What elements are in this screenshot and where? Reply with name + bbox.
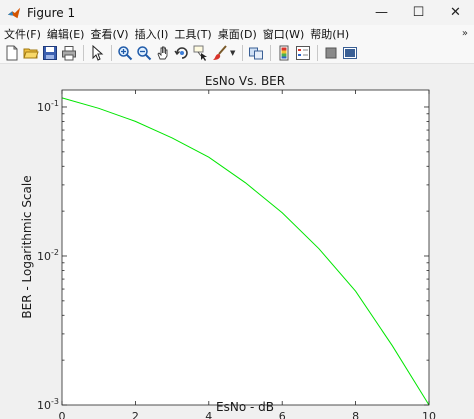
link-plot-icon — [249, 47, 264, 59]
zoom-in-icon — [118, 45, 133, 60]
toolbar-separator — [270, 44, 272, 61]
new-file-icon — [6, 45, 18, 60]
open-file-button[interactable] — [22, 44, 40, 62]
axes-background — [62, 90, 429, 405]
print-button[interactable] — [60, 44, 78, 62]
figure-toolbar: ▼ — [0, 42, 474, 64]
y-axis-label: BER - Logarithmic Scale — [20, 175, 34, 318]
toolbar-separator — [111, 44, 112, 61]
x-tick-label: 4 — [205, 410, 212, 419]
menu-desktop[interactable]: 桌面(D) — [215, 26, 260, 42]
insert-legend-button[interactable] — [294, 44, 312, 62]
link-plot-button[interactable] — [247, 44, 265, 62]
save-disk-icon — [43, 45, 57, 60]
x-tick-label: 6 — [279, 410, 286, 419]
window-title: Figure 1 — [27, 5, 76, 20]
menu-insert[interactable]: 插入(I) — [132, 26, 172, 42]
save-button[interactable] — [41, 44, 59, 62]
select-pointer-button[interactable] — [88, 44, 106, 62]
y-tick-label: 10-2 — [37, 248, 59, 263]
x-axis-label: EsNo - dB — [216, 400, 274, 414]
data-cursor-button[interactable] — [192, 44, 210, 62]
menu-overflow-icon[interactable]: » — [462, 28, 468, 39]
menu-file[interactable]: 文件(F) — [0, 26, 44, 42]
menu-view[interactable]: 查看(V) — [87, 26, 131, 42]
pan-hand-icon — [157, 46, 168, 59]
toolbar-separator — [317, 44, 319, 61]
menu-edit[interactable]: 编辑(E) — [44, 26, 88, 42]
minimize-icon: — — [375, 5, 388, 20]
y-tick-label: 10-3 — [37, 397, 59, 412]
close-icon: ✕ — [450, 5, 461, 20]
x-tick-label: 2 — [132, 410, 139, 419]
menu-window[interactable]: 窗口(W) — [260, 26, 307, 42]
ber-plot[interactable]: EsNo Vs. BER 0 2 4 6 8 10 10-1 10-2 10-3 EsNo -… — [0, 65, 474, 419]
data-cursor-icon — [193, 45, 207, 61]
show-plot-tools-button[interactable] — [341, 44, 359, 62]
brush-button[interactable] — [211, 44, 229, 62]
minimize-button[interactable]: — — [363, 0, 400, 25]
title-bar: Figure 1 — ☐ ✕ — [0, 0, 474, 25]
x-tick-label: 0 — [59, 410, 66, 419]
close-button[interactable]: ✕ — [437, 0, 474, 25]
chart-title: EsNo Vs. BER — [205, 74, 285, 88]
menu-tools[interactable]: 工具(T) — [171, 26, 214, 42]
maximize-icon: ☐ — [412, 5, 425, 20]
y-tick-labels: 10-1 10-2 10-3 — [37, 99, 59, 412]
zoom-out-icon — [137, 45, 152, 60]
toolbar-separator — [242, 44, 244, 61]
y-tick-label: 10-1 — [37, 99, 59, 114]
toolbar-separator — [83, 44, 84, 61]
zoom-out-button[interactable] — [135, 44, 153, 62]
colorbar-icon — [279, 45, 289, 60]
brush-icon — [213, 44, 227, 60]
legend-icon — [296, 45, 311, 60]
new-figure-button[interactable] — [3, 44, 21, 62]
arrow-pointer-icon — [92, 44, 104, 61]
menu-bar: 文件(F) 编辑(E) 查看(V) 插入(I) 工具(T) 桌面(D) 窗口(W… — [0, 25, 474, 42]
pan-button[interactable] — [154, 44, 172, 62]
rotate-3d-button[interactable] — [173, 44, 191, 62]
x-tick-label: 8 — [352, 410, 359, 419]
zoom-in-button[interactable] — [116, 44, 134, 62]
printer-icon — [62, 45, 76, 60]
open-folder-icon — [23, 48, 39, 58]
matlab-icon — [7, 7, 21, 18]
hide-plot-tools-button[interactable] — [322, 44, 340, 62]
maximize-button[interactable]: ☐ — [400, 0, 437, 25]
x-tick-label: 10 — [422, 410, 436, 419]
brush-dropdown-icon[interactable]: ▼ — [230, 49, 235, 57]
menu-help[interactable]: 帮助(H) — [307, 26, 352, 42]
rotate-icon — [174, 46, 188, 59]
insert-colorbar-button[interactable] — [275, 44, 293, 62]
hide-plot-tools-icon — [325, 47, 337, 58]
show-plot-tools-icon — [343, 46, 358, 59]
